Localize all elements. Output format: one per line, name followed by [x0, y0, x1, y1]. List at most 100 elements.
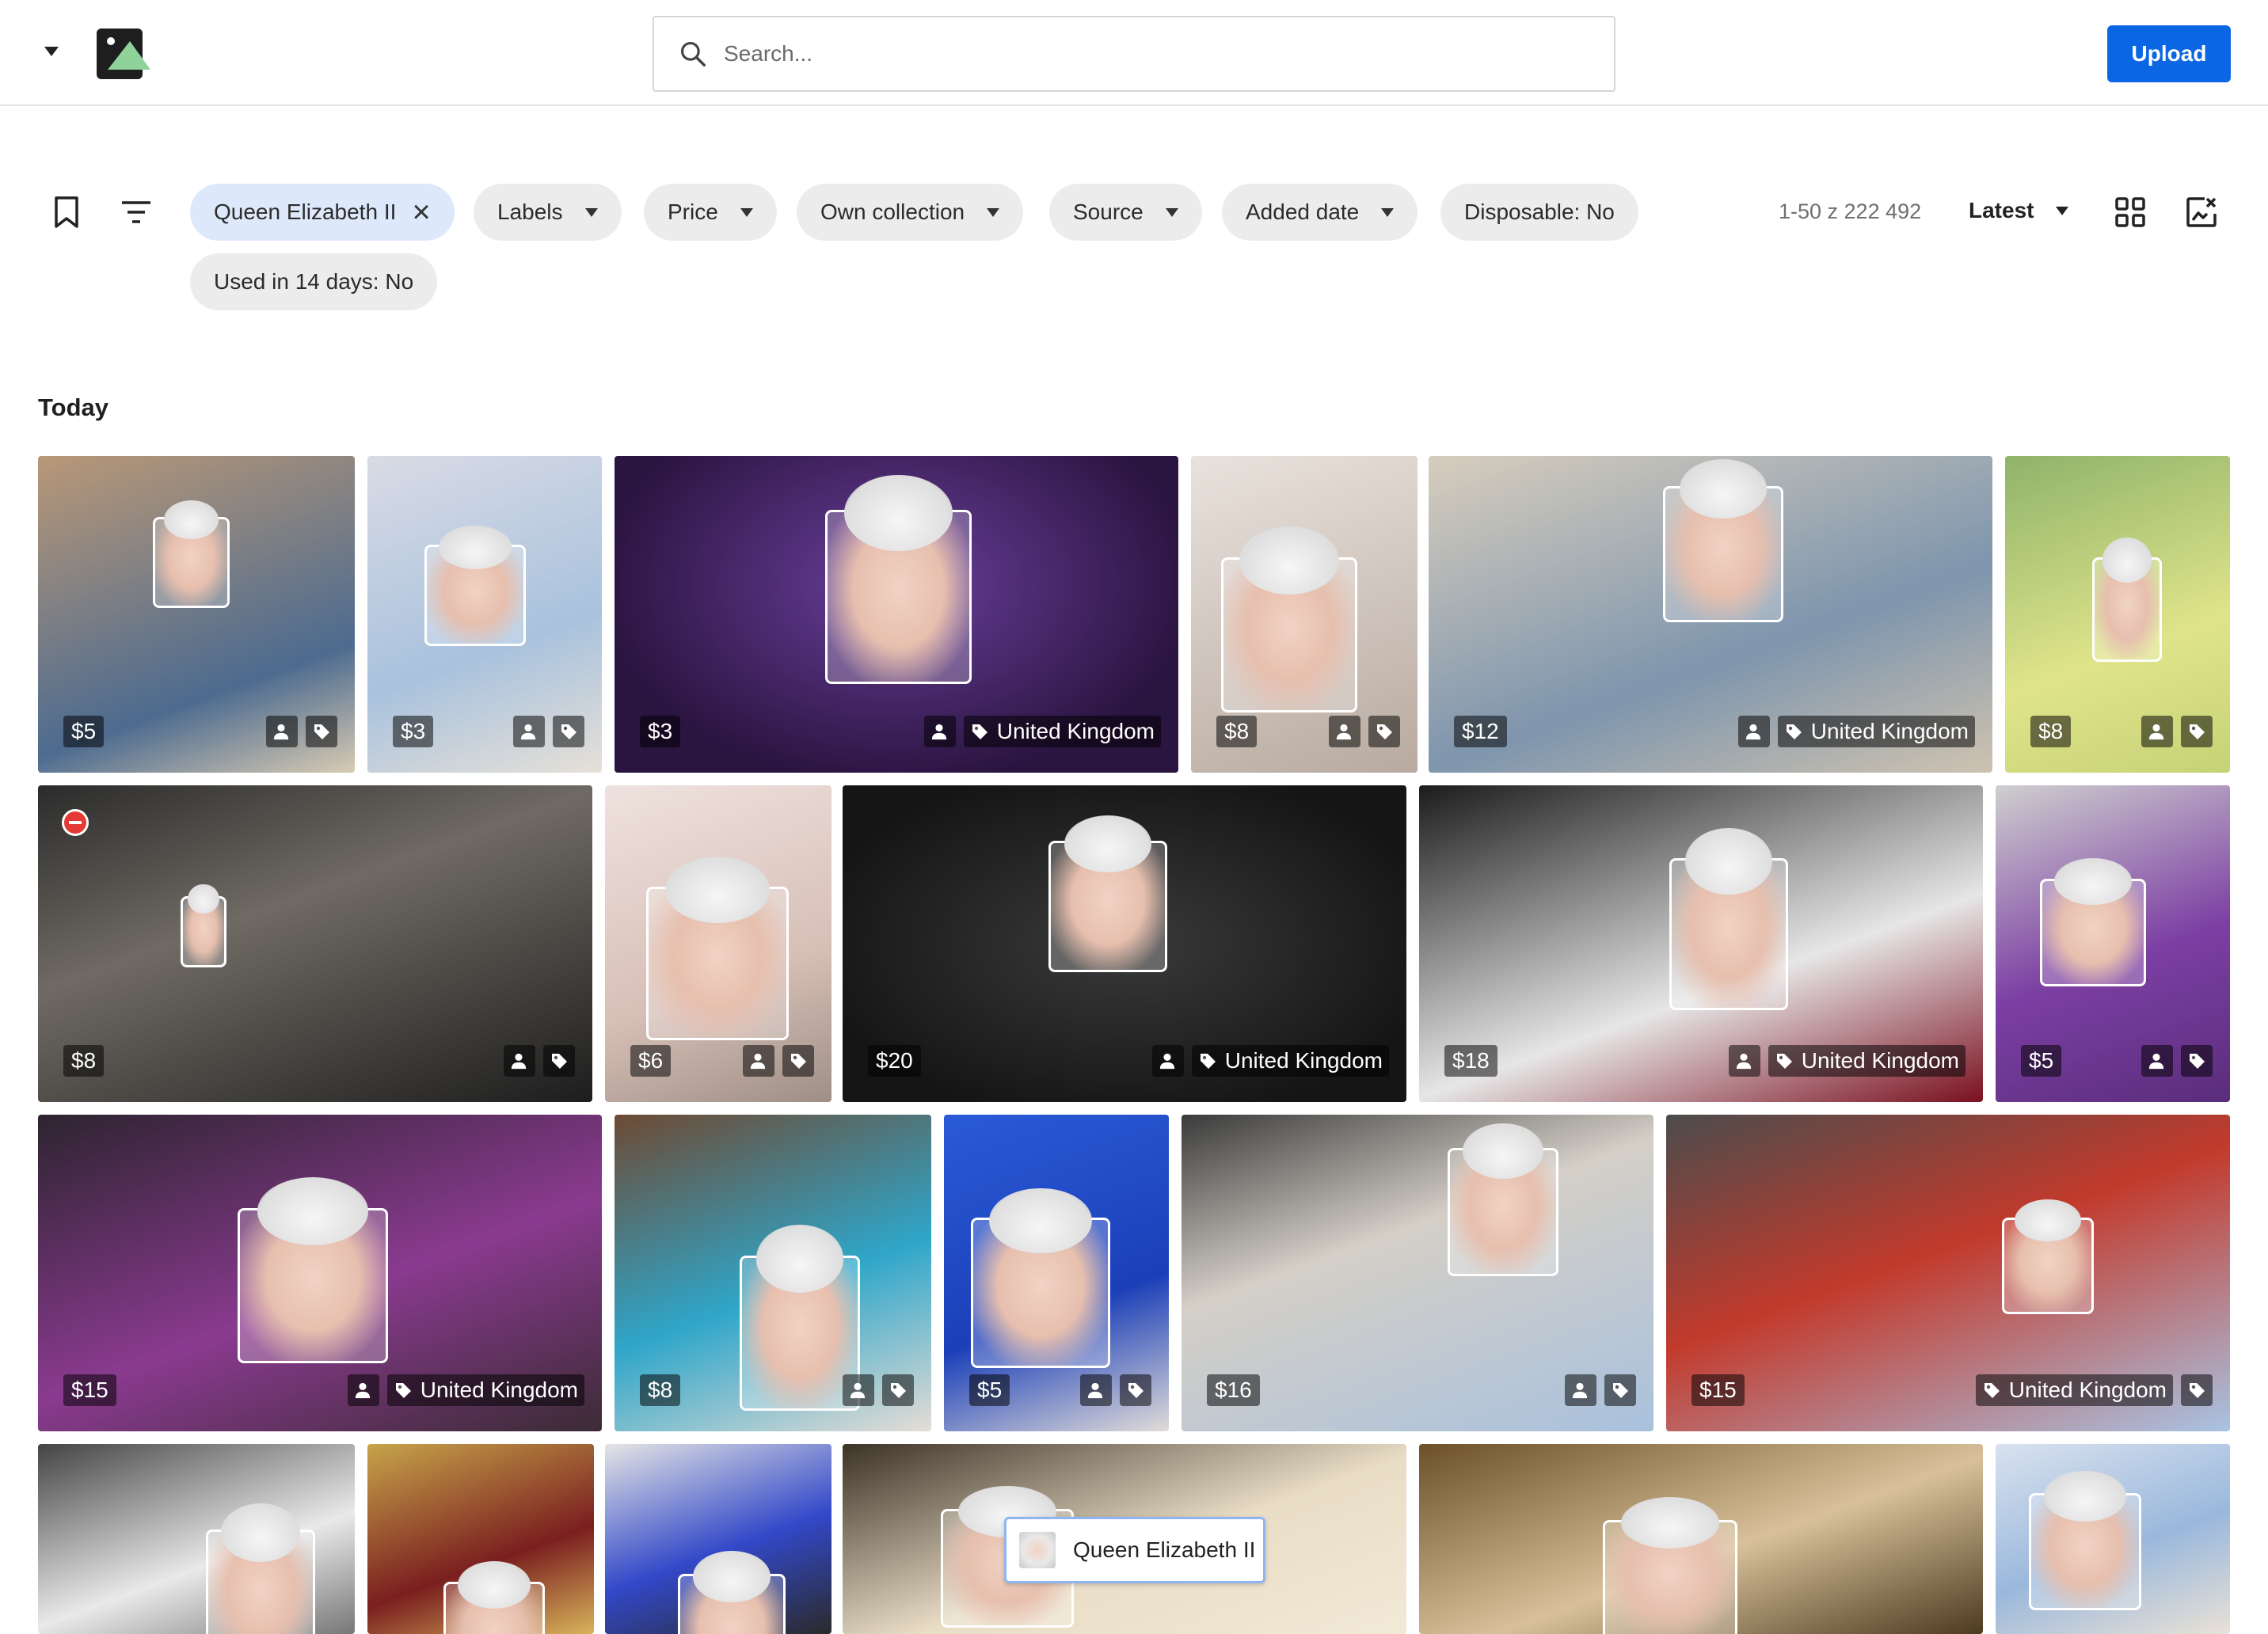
face-detection-box[interactable] [825, 474, 972, 684]
label-tag-icon: United Kingdom [963, 716, 1161, 747]
face-detection-box[interactable] [443, 1560, 545, 1634]
face-detection-box[interactable] [1448, 1123, 1558, 1276]
filter-chip-own-collection[interactable]: Own collection [797, 184, 1024, 241]
sort-label: Latest [1969, 198, 2034, 222]
upload-button[interactable]: Upload [2107, 25, 2231, 82]
face-detection-box[interactable] [678, 1551, 786, 1634]
face-detection-box[interactable] [2029, 1470, 2141, 1610]
photo-card[interactable]: $6 [605, 785, 831, 1102]
photo-card[interactable]: $12 United Kingdom [1429, 456, 1992, 773]
bookmark-icon[interactable] [49, 193, 84, 231]
price-badge: $12 [1454, 716, 1507, 747]
photo-card[interactable] [1419, 1444, 1983, 1634]
label-tag-icon [1120, 1374, 1151, 1406]
photo-card[interactable] [1996, 1444, 2230, 1634]
person-icon [513, 716, 545, 747]
photo-card[interactable]: $20 United Kingdom [843, 785, 1406, 1102]
person-icon [1565, 1374, 1596, 1406]
chip-label: Labels [497, 200, 563, 224]
chip-label: Used in 14 days: No [214, 269, 414, 294]
photo-card[interactable]: $15 United Kingdom [38, 1115, 602, 1431]
price-badge: $8 [63, 1045, 105, 1077]
face-detection-box[interactable] [1048, 815, 1167, 972]
filter-chip-source[interactable]: Source [1049, 184, 1202, 241]
filter-chip-disposable[interactable]: Disposable: No [1440, 184, 1638, 241]
price-badge: $3 [393, 716, 434, 747]
photo-badges [266, 716, 337, 747]
photo-badges [504, 1045, 575, 1077]
label-tag-icon [782, 1045, 814, 1077]
photo-card[interactable] [605, 1444, 831, 1634]
photo-card[interactable]: $18 United Kingdom [1419, 785, 1983, 1102]
face-detection-box[interactable] [1663, 459, 1783, 622]
chip-label: Queen Elizabeth II [214, 200, 397, 224]
photo-card[interactable]: $8 [615, 1115, 931, 1431]
price-badge: $8 [640, 1374, 681, 1406]
price-badge: $15 [1691, 1374, 1745, 1406]
search-input[interactable] [722, 40, 1614, 67]
face-detection-box[interactable] [646, 856, 789, 1040]
photo-card[interactable]: $3 United Kingdom [615, 456, 1178, 773]
face-detection-box[interactable] [153, 500, 230, 608]
photo-card[interactable]: $5 [38, 456, 355, 773]
face-detection-box[interactable] [238, 1177, 388, 1363]
photo-card[interactable] [38, 1444, 355, 1634]
photo-card[interactable]: $8 [2005, 456, 2230, 773]
photo-card[interactable]: $5 [944, 1115, 1169, 1431]
location-tag-label: United Kingdom [1801, 1048, 1959, 1073]
chevron-down-icon [740, 207, 753, 217]
person-icon [266, 716, 298, 747]
sort-dropdown[interactable]: Latest [1969, 198, 2069, 223]
face-detection-box[interactable] [971, 1188, 1110, 1368]
photo-card[interactable]: $8 [38, 785, 592, 1102]
price-badge: $15 [63, 1374, 116, 1406]
price-badge: $8 [2030, 716, 2072, 747]
photo-card[interactable]: $16 [1182, 1115, 1653, 1431]
price-badge: $18 [1444, 1045, 1497, 1077]
photo-card[interactable]: $8 [1191, 456, 1418, 773]
menu-dropdown-icon[interactable] [44, 47, 59, 56]
price-badge: $3 [640, 716, 681, 747]
search-icon [680, 41, 706, 66]
person-icon [743, 1045, 774, 1077]
grid-view-icon[interactable] [2114, 196, 2146, 228]
photo-badges [1329, 716, 1400, 747]
person-icon [843, 1374, 874, 1406]
face-detection-box[interactable] [2092, 538, 2162, 662]
chevron-down-icon [987, 207, 1000, 217]
face-detection-box[interactable] [206, 1503, 315, 1634]
label-tag-icon [882, 1374, 914, 1406]
photo-card[interactable]: $5 [1996, 785, 2230, 1102]
close-icon[interactable]: × [412, 196, 430, 228]
person-icon [1728, 1045, 1760, 1077]
location-tag-label: United Kingdom [1810, 719, 1969, 743]
search-box[interactable] [653, 16, 1615, 92]
price-badge: $5 [969, 1374, 1010, 1406]
face-detection-box[interactable] [181, 884, 226, 967]
label-tag-icon: United Kingdom [1975, 1374, 2173, 1406]
face-detection-box[interactable] [1669, 828, 1788, 1010]
photo-card[interactable]: $15 United Kingdom [1666, 1115, 2230, 1431]
face-detection-box[interactable] [2002, 1199, 2094, 1314]
photo-card[interactable] [367, 1444, 594, 1634]
filter-chip-added-date[interactable]: Added date [1222, 184, 1418, 241]
filter-chip-used-14-days[interactable]: Used in 14 days: No [190, 253, 438, 310]
photo-badges: United Kingdom [347, 1374, 584, 1406]
price-badge: $5 [63, 716, 105, 747]
face-detection-box[interactable] [1221, 526, 1357, 712]
filter-chip-person[interactable]: Queen Elizabeth II × [190, 184, 455, 241]
photo-card[interactable]: $3 [367, 456, 602, 773]
deselect-image-icon[interactable] [2184, 195, 2219, 230]
label-tag-icon [553, 716, 584, 747]
face-detection-box[interactable] [1603, 1497, 1737, 1634]
chip-label: Own collection [820, 200, 965, 224]
face-detection-box[interactable] [2040, 858, 2146, 986]
chip-label: Added date [1246, 200, 1360, 224]
app-logo-icon[interactable] [97, 28, 150, 79]
face-detection-box[interactable] [424, 526, 526, 646]
person-icon [347, 1374, 379, 1406]
filter-chip-labels[interactable]: Labels [474, 184, 622, 241]
filter-chip-price[interactable]: Price [644, 184, 777, 241]
filter-icon[interactable] [119, 196, 154, 228]
price-badge: $6 [630, 1045, 672, 1077]
